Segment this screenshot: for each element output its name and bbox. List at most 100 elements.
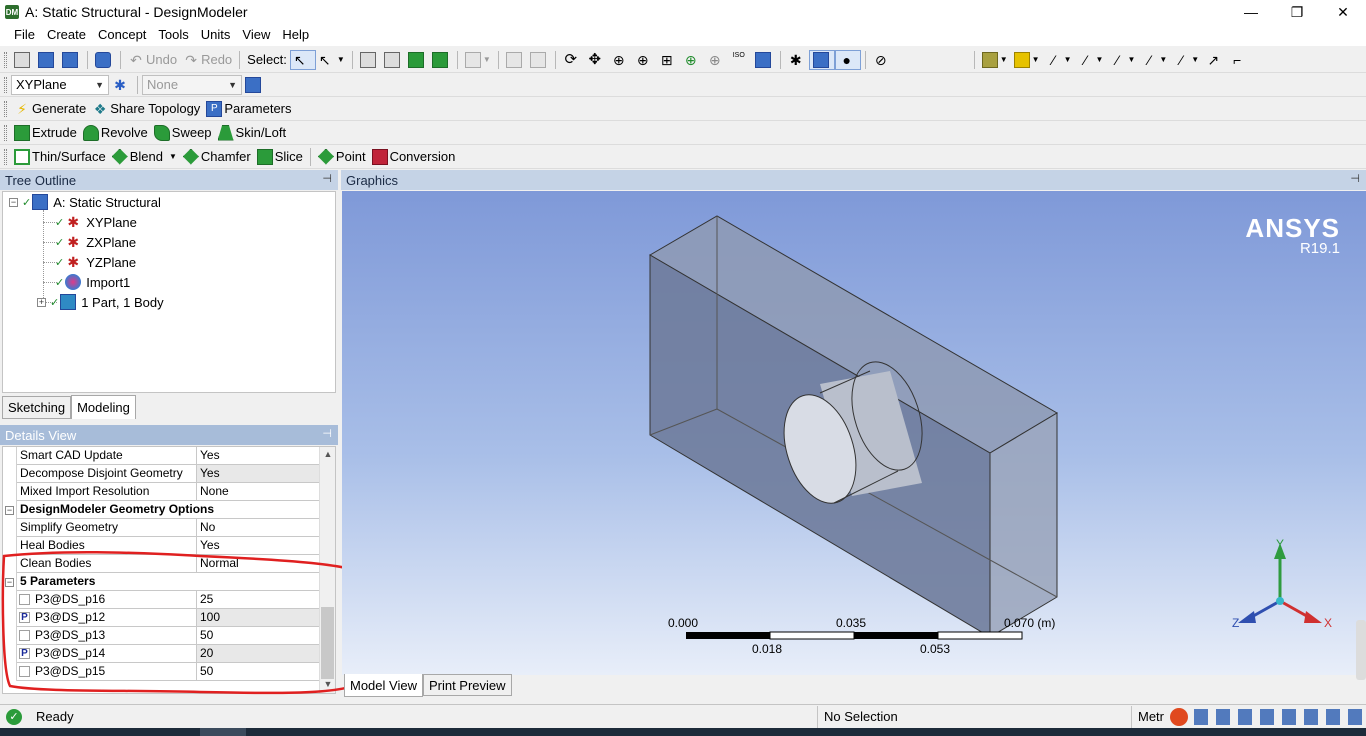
- thin-surface-button[interactable]: Thin/Surface: [11, 147, 109, 167]
- sketch-flag-button[interactable]: ⌐: [1226, 50, 1250, 70]
- expand-button[interactable]: [503, 50, 527, 70]
- detail-value[interactable]: No: [197, 519, 319, 537]
- detail-row[interactable]: Simplify Geometry No: [3, 519, 319, 537]
- select-faces-button[interactable]: [405, 50, 429, 70]
- redo-button[interactable]: ↷ Redo: [180, 50, 235, 70]
- share-topology-button[interactable]: ❖ Share Topology: [89, 99, 203, 119]
- display-plane-button[interactable]: [752, 50, 776, 70]
- skin-loft-button[interactable]: Skin/Loft: [215, 123, 290, 143]
- sketch-edge2-button[interactable]: ⁄ ▼: [1106, 50, 1138, 70]
- pin-icon[interactable]: ⊣: [322, 427, 332, 440]
- toolbar-grip[interactable]: [4, 148, 7, 165]
- taskbar-active-item[interactable]: [200, 728, 246, 736]
- ime-icons[interactable]: [1194, 708, 1364, 725]
- detail-row[interactable]: Mixed Import Resolution None: [3, 483, 319, 501]
- viewport-scrollbar[interactable]: [1356, 620, 1366, 680]
- save-button[interactable]: [35, 50, 59, 70]
- new-button[interactable]: [11, 50, 35, 70]
- new-plane-button[interactable]: ✱: [109, 75, 133, 95]
- magnifier-button[interactable]: ⊕: [704, 50, 728, 70]
- extrude-button[interactable]: Extrude: [11, 123, 80, 143]
- sketch-select[interactable]: None ▼: [142, 74, 242, 95]
- block-right-face[interactable]: [989, 412, 1058, 638]
- close-button[interactable]: ✕: [1320, 0, 1366, 24]
- sketch-edgex-button[interactable]: ⁄ ▼: [1170, 50, 1202, 70]
- toolbar-grip[interactable]: [4, 124, 7, 141]
- screenshot-button[interactable]: [92, 50, 116, 70]
- new-sketch-button[interactable]: [242, 75, 266, 95]
- zoom-button[interactable]: ⊕: [608, 50, 632, 70]
- detail-row[interactable]: Smart CAD Update Yes: [3, 447, 319, 465]
- detail-value[interactable]: Yes: [197, 447, 319, 465]
- revolve-button[interactable]: Revolve: [80, 123, 151, 143]
- point-button[interactable]: Point: [315, 147, 369, 167]
- pin-icon[interactable]: ⊣: [1350, 172, 1360, 185]
- pan-button[interactable]: ✥: [584, 50, 608, 70]
- menu-create[interactable]: Create: [41, 24, 92, 46]
- sketch-line-button[interactable]: ⁄ ▼: [1043, 50, 1075, 70]
- parameters-button[interactable]: P Parameters: [203, 99, 294, 119]
- collapse-button[interactable]: [527, 50, 551, 70]
- menu-tools[interactable]: Tools: [152, 24, 194, 46]
- tree-item-yzplane[interactable]: ✓ ✱ YZPlane: [55, 252, 136, 272]
- tree-item-parts[interactable]: + ✓ 1 Part, 1 Body: [37, 292, 164, 312]
- display-model-button[interactable]: [808, 49, 835, 70]
- display-point-button[interactable]: ●: [834, 49, 861, 70]
- maximize-button[interactable]: ❐: [1274, 0, 1320, 24]
- iso-view-button[interactable]: ISO: [728, 50, 752, 70]
- select-dropdown-button[interactable]: ↖ ▼: [316, 50, 348, 70]
- pin-icon[interactable]: ⊣: [322, 172, 332, 185]
- menu-concept[interactable]: Concept: [92, 24, 152, 46]
- chamfer-button[interactable]: Chamfer: [180, 147, 254, 167]
- zoom-fit-button[interactable]: ⊕: [680, 50, 704, 70]
- menu-file[interactable]: File: [8, 24, 41, 46]
- plane-select[interactable]: XYPlane ▼: [11, 74, 109, 95]
- graphics-viewport[interactable]: ANSYS R19.1 0.000 0.035 0.070 (m) 0.018 …: [342, 191, 1366, 675]
- scroll-up-icon[interactable]: ▲: [320, 449, 335, 463]
- show-axes-button[interactable]: ✱: [785, 50, 809, 70]
- look-at-button[interactable]: ⊘: [870, 50, 894, 70]
- tree-item-zxplane[interactable]: ✓ ✱ ZXPlane: [55, 232, 136, 252]
- box-zoom-button[interactable]: ⊞: [656, 50, 680, 70]
- conversion-button[interactable]: Conversion: [369, 147, 459, 167]
- rotate-button[interactable]: ⟳: [560, 50, 584, 70]
- ime-toolbar-icon[interactable]: [1170, 707, 1188, 726]
- select-points-button[interactable]: [357, 50, 381, 70]
- blend-button[interactable]: Blend ▼: [109, 147, 180, 167]
- select-edges-button[interactable]: [381, 50, 405, 70]
- tab-sketching[interactable]: Sketching: [2, 396, 72, 419]
- slice-button[interactable]: Slice: [254, 147, 306, 167]
- sweep-button[interactable]: Sweep: [151, 123, 215, 143]
- sketch-pin-button[interactable]: ↗: [1202, 50, 1226, 70]
- detail-row[interactable]: Decompose Disjoint Geometry Yes: [3, 465, 319, 483]
- collapse-icon[interactable]: −: [9, 197, 18, 207]
- zoom-in-button[interactable]: ⊕: [632, 50, 656, 70]
- detail-value[interactable]: Yes: [197, 465, 319, 483]
- box-select-button[interactable]: ▼: [979, 50, 1011, 70]
- tab-model-view[interactable]: Model View: [344, 674, 423, 697]
- tree-item-import1[interactable]: ✓ Import1: [55, 272, 130, 292]
- collapse-icon[interactable]: −: [5, 505, 14, 515]
- generate-button[interactable]: ⚡ Generate: [11, 99, 89, 119]
- sketch-edge3-button[interactable]: ⁄ ▼: [1138, 50, 1170, 70]
- detail-section-geometry-options[interactable]: − DesignModeler Geometry Options: [3, 501, 319, 519]
- undo-button[interactable]: ↶ Undo: [125, 50, 180, 70]
- menu-help[interactable]: Help: [276, 24, 315, 46]
- menu-units[interactable]: Units: [195, 24, 237, 46]
- expand-icon[interactable]: +: [37, 297, 46, 307]
- tab-modeling[interactable]: Modeling: [71, 395, 136, 419]
- menu-view[interactable]: View: [236, 24, 276, 46]
- tab-print-preview[interactable]: Print Preview: [422, 674, 512, 696]
- status-units-cell[interactable]: Metr: [1132, 706, 1366, 728]
- detail-value[interactable]: None: [197, 483, 319, 501]
- toolbar-grip[interactable]: [4, 51, 7, 68]
- minimize-button[interactable]: —: [1228, 0, 1274, 24]
- toolbar-grip[interactable]: [4, 100, 7, 117]
- toolbar-grip[interactable]: [4, 76, 7, 93]
- select-mode-button[interactable]: ↖: [289, 49, 316, 70]
- model-geometry[interactable]: [342, 191, 1366, 675]
- sketch-edge-button[interactable]: ⁄ ▼: [1075, 50, 1107, 70]
- select-bodies-button[interactable]: [429, 50, 453, 70]
- extend-selection-button[interactable]: ▼: [462, 50, 494, 70]
- tree-item-root[interactable]: − ✓ A: Static Structural: [9, 192, 161, 212]
